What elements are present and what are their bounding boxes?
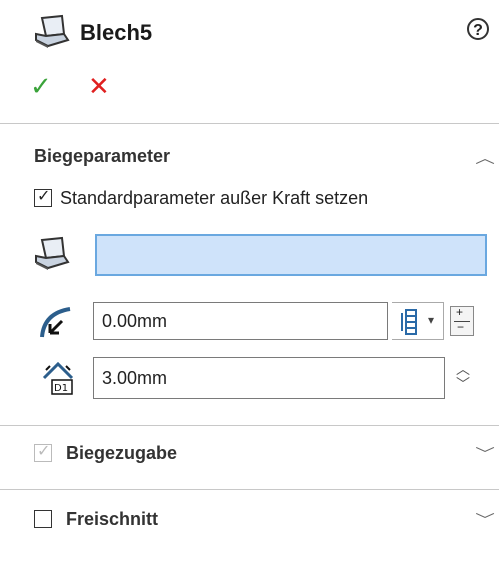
page-title: Blech5 <box>80 20 153 45</box>
chevron-up-icon[interactable]: ︿ <box>475 148 495 168</box>
spin-up-arrow-icon[interactable]: ︿ <box>454 362 472 377</box>
face-selection-field[interactable] <box>95 234 487 276</box>
checkmark-icon: ✓ <box>37 188 51 205</box>
spin-down-icon[interactable]: − <box>457 320 464 334</box>
divider <box>0 425 499 426</box>
section-title-bend-parameters: Biegeparameter <box>34 146 171 166</box>
dimension-grid-icon <box>401 309 417 335</box>
chevron-down-icon[interactable]: ﹀ <box>475 510 495 530</box>
cancel-button[interactable]: ✕ <box>88 72 116 100</box>
thickness-input[interactable]: 3.00mm <box>93 357 445 399</box>
dropdown-arrow-icon: ▾ <box>428 313 435 327</box>
spin-down-arrow-icon[interactable]: ﹀ <box>454 377 472 392</box>
checkmark-icon: ✓ <box>37 443 51 460</box>
help-icon[interactable]: ? <box>467 18 489 40</box>
svg-text:D1: D1 <box>54 383 68 394</box>
override-checkbox[interactable]: ✓ <box>34 188 52 207</box>
thickness-spinner[interactable]: ︿ ﹀ <box>454 362 472 396</box>
section-title-relief: Freischnitt <box>66 509 159 529</box>
divider <box>0 489 499 490</box>
chevron-down-icon[interactable]: ﹀ <box>475 444 495 464</box>
bend-allowance-checkbox[interactable]: ✓ <box>34 443 52 462</box>
dimension-options-dropdown[interactable]: ▾ <box>392 302 444 340</box>
bend-radius-icon <box>40 307 71 338</box>
confirm-button[interactable]: ✓ <box>30 72 58 100</box>
divider <box>0 123 499 124</box>
bend-radius-spinner[interactable]: + − <box>450 305 474 336</box>
sheet-metal-part-icon <box>35 14 70 48</box>
override-label: Standardparameter außer Kraft setzen <box>60 188 369 208</box>
bend-radius-input[interactable]: 0.00mm <box>93 302 388 340</box>
thickness-icon: D1 <box>42 361 74 395</box>
section-title-bend-allowance: Biegezugabe <box>66 443 178 463</box>
spin-up-icon[interactable]: + <box>456 305 463 319</box>
sheet-metal-face-icon <box>35 236 70 270</box>
relief-checkbox[interactable] <box>34 510 52 528</box>
